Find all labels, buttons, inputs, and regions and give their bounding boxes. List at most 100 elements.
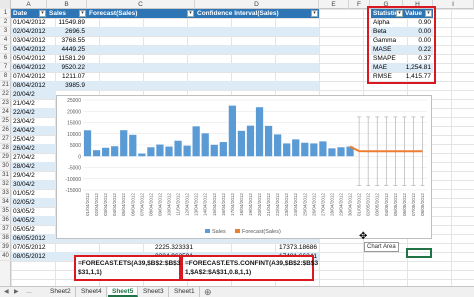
row-header[interactable]: 4 [0, 36, 11, 45]
row-header[interactable]: 33 [0, 189, 11, 198]
forecast-cell[interactable]: 2225.323331 [87, 243, 195, 252]
date-cell[interactable]: 03/04/2012 [11, 36, 47, 45]
date-cell-partial[interactable]: 20/04/2 [11, 90, 56, 99]
filter-dropdown-icon[interactable]: ▾ [311, 10, 318, 17]
row-header[interactable]: 8 [0, 72, 11, 81]
column-header-c[interactable]: C [87, 0, 195, 9]
row-header[interactable]: 34 [0, 198, 11, 207]
row-header[interactable]: 21 [0, 81, 11, 90]
date-cell-partial[interactable]: 02/05/2 [11, 198, 56, 207]
row-header[interactable]: 40 [0, 252, 11, 261]
y-tick-label: -5000 [68, 166, 81, 172]
select-all-corner[interactable] [0, 0, 11, 9]
date-cell-partial[interactable]: 21/04/2 [11, 99, 56, 108]
row-header[interactable]: 28 [0, 144, 11, 153]
row-header[interactable]: 27 [0, 135, 11, 144]
filter-dropdown-icon[interactable]: ▾ [187, 10, 194, 17]
row-header[interactable]: 5 [0, 45, 11, 54]
chart-area[interactable]: -15000 -10000 -5000 0 5000 10000 15000 20000 250… [56, 95, 432, 239]
row-header[interactable]: 24 [0, 108, 11, 117]
row-header[interactable]: 30 [0, 162, 11, 171]
x-tick-label: 23/04/2012 [284, 193, 289, 216]
date-cell-partial[interactable]: 23/04/2 [11, 117, 56, 126]
row-header[interactable]: 35 [0, 207, 11, 216]
sales-bar [219, 142, 227, 157]
date-cell[interactable]: 08/04/2012 [11, 81, 47, 90]
row-header[interactable]: 36 [0, 216, 11, 225]
row-header[interactable]: 1 [0, 9, 11, 18]
add-sheet-icon[interactable]: ⊕ [204, 287, 212, 297]
sales-cell[interactable]: 4449.25 [47, 45, 87, 54]
row-header[interactable]: 31 [0, 171, 11, 180]
scroll-left-icon[interactable]: ◀ [4, 287, 9, 297]
date-cell[interactable]: 05/04/2012 [11, 54, 47, 63]
column-header-e[interactable]: E [319, 0, 349, 9]
date-cell[interactable]: 04/04/2012 [11, 45, 47, 54]
sales-cell[interactable]: 2696.5 [47, 27, 87, 36]
date-cell-partial[interactable]: 05/05/2 [11, 225, 56, 234]
scroll-right-icon[interactable]: ▶ [14, 287, 19, 297]
date-cell[interactable]: 08/05/2012 [11, 252, 47, 261]
sales-bar [237, 130, 246, 157]
date-cell[interactable]: 07/05/2012 [11, 243, 47, 252]
filter-dropdown-icon[interactable]: ▾ [79, 10, 86, 17]
row-header[interactable]: 7 [0, 63, 11, 72]
row-header[interactable]: 23 [0, 99, 11, 108]
date-cell[interactable]: 06/04/2012 [11, 63, 47, 72]
date-cell[interactable]: 06/05/2012 [11, 234, 56, 243]
row-header[interactable]: 39 [0, 243, 11, 252]
sales-bar [129, 134, 137, 157]
x-tick-label: 05/04/2012 [121, 193, 126, 216]
stats-highlight-box [367, 6, 436, 84]
tab-sheet3[interactable]: Sheet3 [139, 287, 169, 297]
sales-cell[interactable]: 3985.9 [47, 81, 87, 90]
date-cell[interactable]: 01/04/2012 [11, 18, 47, 27]
date-cell-partial[interactable]: 04/05/2 [11, 216, 56, 225]
y-tick-label: 10000 [67, 132, 81, 138]
filter-dropdown-icon[interactable]: ▾ [39, 10, 46, 17]
date-cell-partial[interactable]: 27/04/2 [11, 153, 56, 162]
row-header[interactable]: 38 [0, 234, 11, 243]
column-header-i[interactable]: I [433, 0, 474, 9]
date-cell-partial[interactable]: 03/05/2 [11, 207, 56, 216]
date-cell-partial[interactable]: 30/04/2 [11, 180, 56, 189]
sales-bar [319, 141, 327, 157]
sales-bar [264, 125, 273, 157]
row-header[interactable]: 32 [0, 180, 11, 189]
column-header-b[interactable]: B [47, 0, 87, 9]
sales-cell[interactable]: 11581.29 [47, 54, 87, 63]
date-cell-partial[interactable]: 25/04/2 [11, 135, 56, 144]
tab-sheet4[interactable]: Sheet4 [77, 287, 107, 297]
date-cell-partial[interactable]: 22/04/2 [11, 108, 56, 117]
date-cell[interactable]: 02/04/2012 [11, 27, 47, 36]
date-cell-partial[interactable]: 01/05/2 [11, 189, 56, 198]
date-cell-partial[interactable]: 28/04/2 [11, 162, 56, 171]
sales-cell[interactable]: 3768.55 [47, 36, 87, 45]
active-cell-selection[interactable] [406, 248, 432, 258]
date-cell-partial[interactable]: 24/04/2 [11, 126, 56, 135]
sales-cell[interactable]: 11549.89 [47, 18, 87, 27]
row-header[interactable]: 37 [0, 225, 11, 234]
date-cell[interactable]: 07/04/2012 [11, 72, 47, 81]
more-sheets-icon[interactable]: … [26, 287, 32, 297]
sales-cell[interactable]: 1211.07 [47, 72, 87, 81]
confint-cell[interactable]: 17373.18686 [195, 243, 319, 252]
y-tick-label: 0 [78, 154, 81, 160]
sales-cell[interactable]: 9520.22 [47, 63, 87, 72]
row-header[interactable]: 29 [0, 153, 11, 162]
column-header-d[interactable]: D [195, 0, 319, 9]
row-header[interactable]: 26 [0, 126, 11, 135]
date-cell-partial[interactable]: 26/04/2 [11, 144, 56, 153]
date-cell-partial[interactable]: 29/04/2 [11, 171, 56, 180]
row-header[interactable]: 6 [0, 54, 11, 63]
row-header[interactable]: 22 [0, 90, 11, 99]
confint-formula-line: =FORECAST.ETS.CONFINT(A39,$B$2:$B$3 [185, 260, 319, 267]
row-header-bar: 1 2 3 4 5 6 7 8 21 22 23 24 25 26 27 28 … [0, 9, 11, 287]
tab-sheet2[interactable]: Sheet2 [46, 287, 76, 297]
column-header-a[interactable]: A [11, 0, 47, 9]
tab-sheet1[interactable]: Sheet1 [170, 287, 200, 297]
row-header[interactable]: 2 [0, 18, 11, 27]
tab-sheet5[interactable]: Sheet5 [108, 287, 139, 297]
row-header[interactable]: 3 [0, 27, 11, 36]
row-header[interactable]: 25 [0, 117, 11, 126]
